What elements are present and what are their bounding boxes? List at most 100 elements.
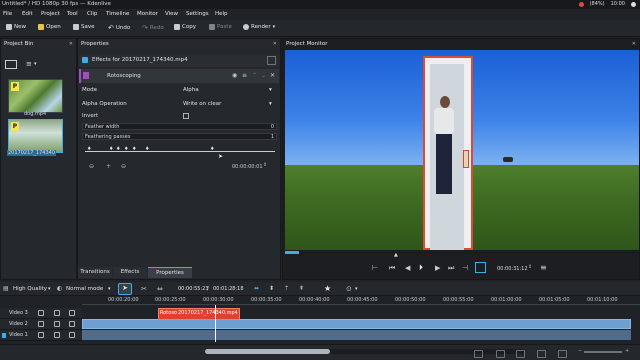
menu-monitor[interactable]: Monitor	[137, 11, 158, 17]
zoom-in-icon[interactable]: +	[625, 348, 629, 354]
tab-effects[interactable]: Effects	[113, 267, 147, 278]
step-back-icon[interactable]: ◀	[405, 264, 410, 272]
snap-icon[interactable]: ⊙	[346, 285, 352, 293]
new-button[interactable]: New	[6, 24, 26, 30]
out-point-icon[interactable]: ⊣	[462, 264, 468, 272]
feather-width-slider[interactable]: Feather width 0	[82, 123, 277, 130]
markers-icon[interactable]	[537, 350, 546, 358]
menu-timeline[interactable]: Timeline	[106, 11, 129, 17]
menu-help[interactable]: Help	[215, 11, 228, 17]
zoom-slider[interactable]	[584, 351, 622, 353]
menu-edit[interactable]: Edit	[22, 11, 33, 17]
eye-icon[interactable]	[54, 332, 60, 338]
lock-icon[interactable]	[38, 321, 44, 327]
film-icon[interactable]	[69, 332, 75, 338]
playhead[interactable]	[215, 305, 216, 342]
close-icon[interactable]: ✕	[270, 72, 275, 79]
keyframe-marker[interactable]: ♦	[132, 146, 136, 152]
menu-icon[interactable]: ≡	[242, 72, 247, 79]
thumbnail-icon[interactable]	[496, 350, 505, 358]
menu-clip[interactable]: Clip	[87, 11, 97, 17]
monitor-timecode[interactable]: 00:00:31:12	[497, 266, 528, 272]
undo-button[interactable]: ↶ Undo	[108, 24, 130, 32]
monitor-seekbar[interactable]	[285, 251, 639, 254]
track-header-video2[interactable]: Video 2	[0, 319, 82, 330]
overwrite-icon[interactable]: ⬌	[254, 285, 259, 292]
keyframe-marker[interactable]: ♦	[109, 146, 113, 152]
in-point-icon[interactable]: ⊢	[372, 264, 378, 272]
spin-icon[interactable]: ⇕	[528, 264, 532, 270]
close-window-icon[interactable]	[631, 1, 636, 7]
menu-settings[interactable]: Settings	[186, 11, 209, 17]
insert-icon[interactable]: ⬍	[269, 285, 274, 292]
play-icon[interactable]: ⏵	[419, 263, 423, 273]
scrollbar-thumb[interactable]	[205, 349, 330, 354]
rewind-icon[interactable]: ⏮	[389, 264, 395, 273]
select-tool-icon[interactable]: ➤	[118, 283, 132, 295]
keyframe-marker[interactable]: ♦	[124, 146, 128, 152]
notification-icon[interactable]	[578, 1, 584, 7]
add-clip-icon[interactable]	[5, 60, 17, 69]
invert-checkbox[interactable]	[183, 113, 189, 119]
chevron-down-icon[interactable]: ▾	[48, 286, 51, 292]
save-button[interactable]: Save	[73, 24, 95, 30]
render-dropdown-icon[interactable]: ▾	[273, 24, 276, 30]
effect-item-rotoscoping[interactable]: Rotoscoping ◉ ≡ ⌃ ⌄ ✕	[79, 69, 279, 83]
remove-keyframe-icon[interactable]: ⊖	[89, 163, 94, 170]
lift-icon[interactable]: ⇡	[284, 285, 289, 292]
redo-button[interactable]: ↷ Redo	[142, 24, 164, 32]
eye-icon[interactable]	[54, 310, 60, 316]
track-header-video3[interactable]: Video 3	[0, 308, 82, 319]
extract-icon[interactable]: ⇞	[299, 285, 304, 292]
feathering-passes-slider[interactable]: Feathering passes 1	[82, 133, 277, 140]
alpha-operation-select[interactable]: Write on clear	[183, 101, 221, 107]
keyframe-marker[interactable]: ♦	[116, 146, 120, 152]
up-icon[interactable]: ⌃	[252, 72, 257, 79]
close-icon[interactable]: ✕	[273, 41, 277, 47]
quality-select[interactable]: High Quality	[13, 286, 47, 292]
save-effect-icon[interactable]	[267, 56, 276, 65]
bin-clip-thumbnail[interactable]: P	[8, 119, 63, 153]
keyframe-marker[interactable]: ♦	[145, 146, 149, 152]
eye-icon[interactable]	[54, 321, 60, 327]
keyframe-timecode[interactable]: 00:00:00:01	[232, 164, 263, 170]
close-icon[interactable]: ✕	[632, 41, 636, 47]
next-keyframe-icon[interactable]: ⊖	[121, 163, 126, 170]
chevron-down-icon[interactable]: ▾	[269, 101, 272, 107]
forward-icon[interactable]: ⏭	[448, 264, 454, 273]
spin-icon[interactable]: ⇕	[263, 162, 267, 168]
keyframe-marker[interactable]: ♦	[87, 146, 91, 152]
monitor-video-frame[interactable]	[285, 50, 639, 250]
down-icon[interactable]: ⌄	[261, 72, 266, 79]
bin-clip-thumbnail[interactable]: P	[8, 79, 63, 113]
timeline-clip-video1[interactable]	[82, 330, 631, 340]
open-button[interactable]: Open	[38, 24, 61, 30]
copy-button[interactable]: Copy	[174, 24, 196, 30]
menu-file[interactable]: File	[3, 11, 12, 17]
film-icon[interactable]	[69, 310, 75, 316]
close-icon[interactable]: ✕	[69, 41, 73, 47]
chevron-down-icon[interactable]: ▾	[355, 286, 358, 292]
mode-select[interactable]: Normal mode	[66, 286, 103, 292]
menu-icon[interactable]: ≡	[26, 60, 32, 68]
tab-properties[interactable]: Properties	[148, 267, 192, 278]
add-keyframe-icon[interactable]: +	[106, 163, 111, 170]
selected-clip[interactable]: Rotoso 20170217_174340.mp4	[158, 308, 240, 320]
mode-select[interactable]: Alpha	[183, 87, 199, 93]
split-audio-icon[interactable]	[474, 350, 483, 358]
snap-icon[interactable]	[558, 350, 567, 358]
lock-icon[interactable]	[38, 310, 44, 316]
timeline-position[interactable]: 00:00:55:23	[178, 286, 209, 292]
menu-view[interactable]: View	[165, 11, 178, 17]
lock-icon[interactable]	[38, 332, 44, 338]
waveform-icon[interactable]	[516, 350, 525, 358]
chevron-down-icon[interactable]: ▾	[108, 286, 111, 292]
keyframe-ruler[interactable]	[85, 151, 275, 152]
keyframe-marker[interactable]: ♦	[210, 146, 214, 152]
tab-transitions[interactable]: Transitions	[78, 267, 112, 278]
eye-icon[interactable]: ◉	[232, 72, 237, 79]
chevron-down-icon[interactable]: ▾	[269, 87, 272, 93]
track-header-video1[interactable]: Video 1	[0, 330, 82, 341]
menu-icon[interactable]: ≡	[540, 263, 547, 272]
chevron-down-icon[interactable]: ▾	[34, 61, 37, 67]
